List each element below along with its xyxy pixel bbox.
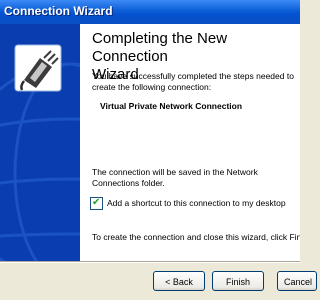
globe-graphic xyxy=(0,24,80,261)
network-plug-icon xyxy=(14,44,62,92)
window-title: Connection Wizard xyxy=(4,4,113,18)
finish-instruction: To create the connection and close this … xyxy=(92,232,300,242)
wizard-content: Completing the New Connection Wizard You… xyxy=(80,24,300,261)
check-mark-icon: ✔ xyxy=(92,197,101,208)
intro-text: You have successfully completed the step… xyxy=(92,71,294,92)
shortcut-checkbox[interactable]: ✔ xyxy=(90,197,103,210)
wizard-sidebar xyxy=(0,24,80,261)
save-location-text: The connection will be saved in the Netw… xyxy=(92,167,258,188)
shortcut-label[interactable]: Add a shortcut to this connection to my … xyxy=(107,198,286,208)
button-separator xyxy=(0,261,300,263)
finish-button[interactable]: Finish xyxy=(212,271,264,291)
connection-name: Virtual Private Network Connection xyxy=(100,101,243,111)
back-button[interactable]: < Back xyxy=(153,271,205,291)
cancel-button[interactable]: Cancel xyxy=(277,271,317,291)
title-bar[interactable]: Connection Wizard xyxy=(0,0,300,24)
